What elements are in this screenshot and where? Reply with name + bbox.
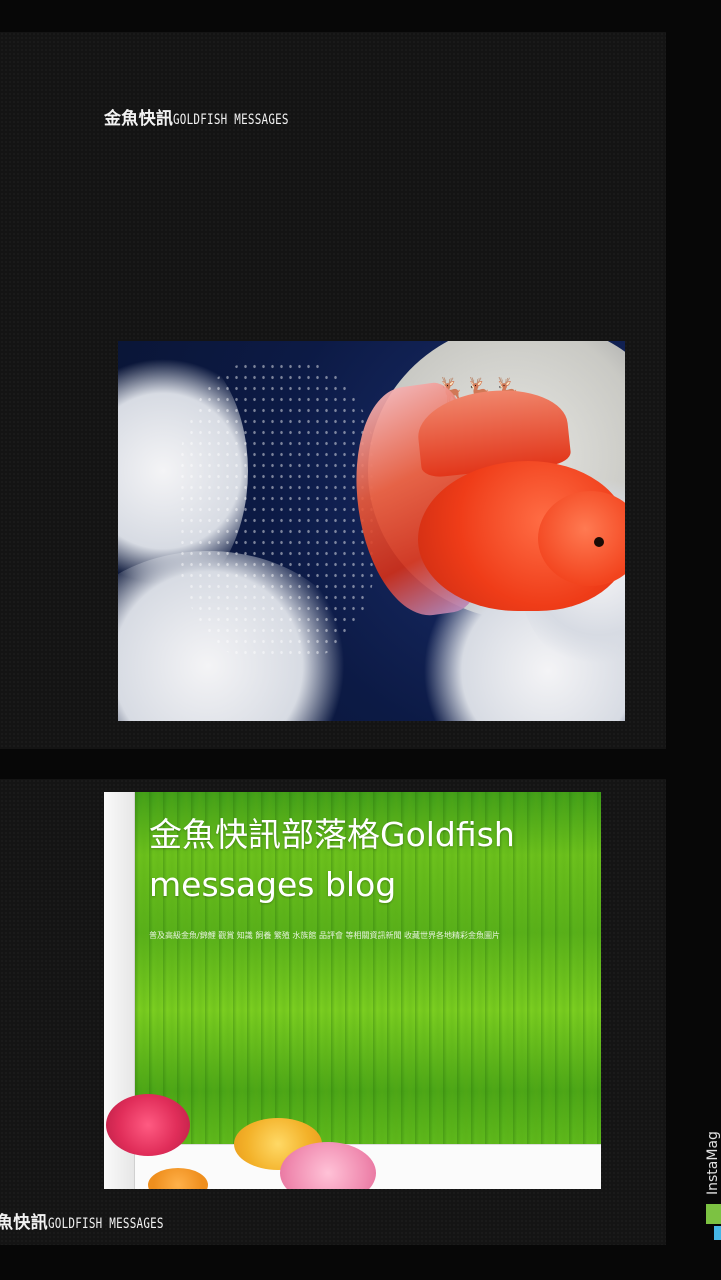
caption-top: 金魚快訊GOLDFISH MESSAGES — [104, 104, 322, 129]
goldfish-eye — [594, 537, 604, 547]
pink-carnation — [106, 1094, 190, 1156]
caption-top-latin: GOLDFISH MESSAGES — [173, 112, 289, 128]
sparkle-trail — [178, 361, 378, 661]
screen: 金魚快訊GOLDFISH MESSAGES 🦌🦌🦌 金魚快訊部落格Goldfis… — [0, 0, 721, 1280]
caption-bottom-latin: GOLDFISH MESSAGES — [47, 1216, 164, 1232]
caption-bottom: 魚快訊GOLDFISH MESSAGES — [0, 1208, 196, 1233]
blog-screenshot[interactable]: 金魚快訊部落格Goldfish messages blog 普及高級金魚/錦鯉 … — [104, 792, 601, 1189]
blog-description: 普及高級金魚/錦鯉 觀賞 知識 飼養 繁殖 水族館 品評會 等相關資訊新聞 收藏… — [149, 931, 501, 940]
blog-title: 金魚快訊部落格Goldfish messages blog — [149, 815, 515, 904]
instamag-logo-blue — [714, 1226, 721, 1240]
caption-bottom-cjk: 魚快訊 — [0, 1213, 48, 1233]
instamag-watermark: InstaMag — [705, 1131, 721, 1195]
goldfish-moon-photo[interactable]: 🦌🦌🦌 — [118, 341, 625, 721]
instamag-logo-green — [706, 1204, 721, 1224]
caption-top-cjk: 金魚快訊 — [104, 109, 174, 129]
